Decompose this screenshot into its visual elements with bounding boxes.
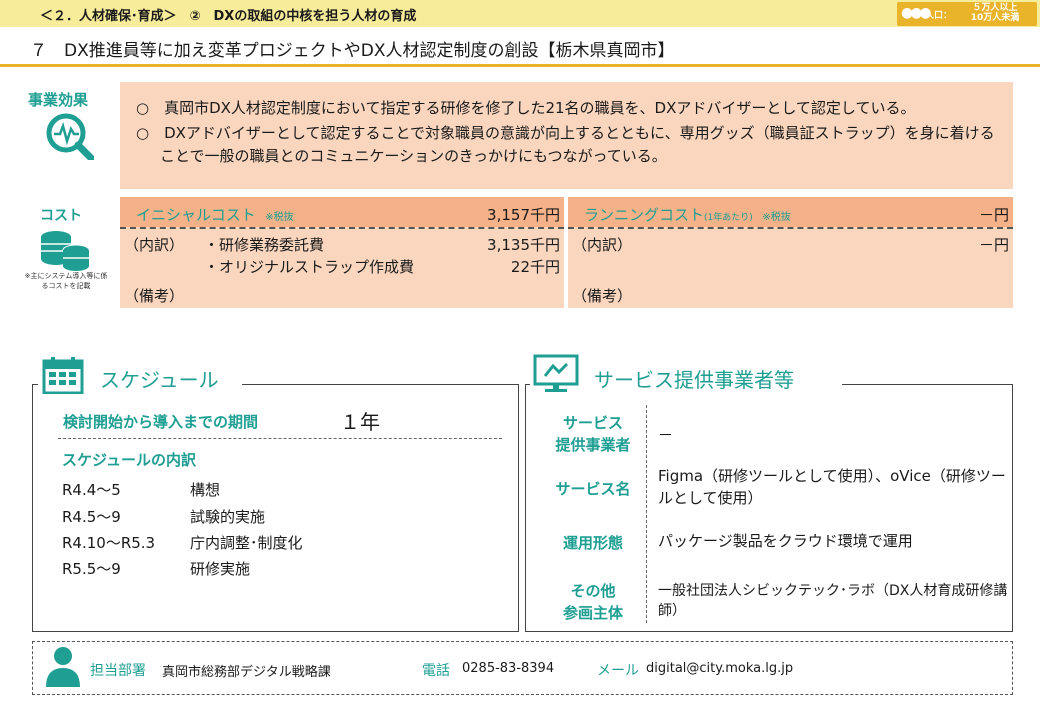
running-tax-note: ※税抜 (762, 212, 791, 223)
cost-note: ※主にシステム導入等に係るコストを記載 (24, 272, 108, 290)
provider-label: サービス 提供事業者 (555, 414, 631, 454)
magnifier-chart-icon (46, 113, 94, 160)
calendar-icon (42, 357, 84, 394)
running-cost-title: ランニングコスト (584, 206, 705, 224)
page-title: ７ DX推進員等に加え変革プロジェクトやDX人材認定制度の創設【栃木県真岡市】 (30, 41, 675, 61)
dept-label: 担当部署 (90, 663, 146, 679)
schedule-term: R4.5～9 (62, 508, 121, 526)
running-remarks-label: （備考） (572, 287, 633, 305)
person-icon (46, 647, 80, 687)
schedule-term: R5.5～9 (62, 560, 121, 578)
schedule-desc: 庁内調整･制度化 (190, 534, 303, 552)
population-badge: ●●● 人口： ５万人以上 10万人未満 (897, 2, 1037, 26)
running-cost-sub: (1年あたり) (704, 213, 753, 223)
dept-value: 真岡市総務部デジタル戦略課 (162, 665, 331, 680)
running-cost-panel: ランニングコスト(1年あたり) ※税抜 －円 （内訳） －円 （備考） (568, 197, 1013, 308)
schedule-breakdown-label: スケジュールの内訳 (62, 451, 196, 469)
initial-breakdown-label: （内訳） (124, 236, 185, 254)
initial-cost-panel: イニシャルコスト ※税抜 3,157千円 （内訳） ・研修業務委託費 3,135… (120, 197, 564, 308)
schedule-term: R4.4～5 (62, 481, 121, 499)
initial-cost-title: イニシャルコスト (136, 206, 256, 224)
running-cost-total: －円 (978, 206, 1009, 224)
schedule-desc: 研修実施 (190, 560, 251, 578)
period-value: １年 (340, 410, 380, 434)
effects-label: 事業効果 (28, 91, 89, 109)
population-value: ５万人以上 10万人未満 (970, 3, 1020, 23)
schedule-term: R4.10～R5.3 (62, 534, 156, 552)
section-heading: ＜２．人材確保･育成＞ ② DXの取組の中核を担う人材の育成 (40, 9, 417, 24)
service-heading: サービス提供事業者等 (594, 368, 794, 392)
tel-label: 電話 (422, 663, 450, 679)
provider-value: － (658, 426, 674, 444)
mail-value[interactable]: digital@city.moka.lg.jp (646, 661, 793, 676)
operation-mode-label: 運用形態 (562, 534, 623, 552)
initial-item-name: ・研修業務委託費 (204, 236, 325, 254)
initial-item-name: ・オリジナルストラップ作成費 (204, 258, 415, 276)
effect-item: ○ 真岡市DX人材認定制度において指定する研修を修了した21名の職員を、DXアド… (136, 99, 916, 117)
population-label: 人口： (925, 11, 953, 21)
running-breakdown-label: （内訳） (572, 236, 633, 254)
schedule-heading: スケジュール (100, 368, 219, 392)
header-bar: ＜２．人材確保･育成＞ ② DXの取組の中核を担う人材の育成 (0, 0, 1040, 27)
cost-label: コスト (40, 208, 82, 224)
monitor-icon (533, 354, 579, 392)
tel-value: 0285-83-8394 (462, 661, 555, 676)
mail-label: メール (597, 663, 639, 679)
coins-icon (41, 231, 90, 271)
title-divider (0, 64, 1040, 67)
initial-item-amount: 3,135千円 (487, 236, 560, 254)
initial-tax-note: ※税抜 (265, 212, 294, 223)
initial-cost-total: 3,157千円 (487, 206, 560, 224)
initial-item-amount: 22千円 (510, 258, 560, 276)
service-name-value: Figma（研修ツールとして使用）、oVice（研修ツールとして使用） (658, 467, 1006, 507)
other-parties-value: 一般社団法人シビックテック･ラボ（DX人材育成研修講師） (658, 583, 1008, 619)
operation-mode-value: パッケージ製品をクラウド環境で運用 (658, 532, 913, 550)
schedule-desc: 構想 (190, 481, 221, 499)
initial-remarks-label: （備考） (124, 287, 185, 305)
service-name-label: サービス名 (555, 480, 631, 498)
other-parties-label: その他 参画主体 (562, 582, 623, 622)
running-breakdown-value: －円 (978, 236, 1009, 254)
effects-panel: ○ 真岡市DX人材認定制度において指定する研修を修了した21名の職員を、DXアド… (120, 82, 1013, 189)
period-label: 検討開始から導入までの期間 (63, 413, 259, 431)
effect-item: ○ DXアドバイザーとして認定することで対象職員の意識が向上するとともに、専用グ… (136, 124, 995, 165)
schedule-divider (58, 438, 502, 439)
schedule-desc: 試験的実施 (190, 508, 266, 526)
